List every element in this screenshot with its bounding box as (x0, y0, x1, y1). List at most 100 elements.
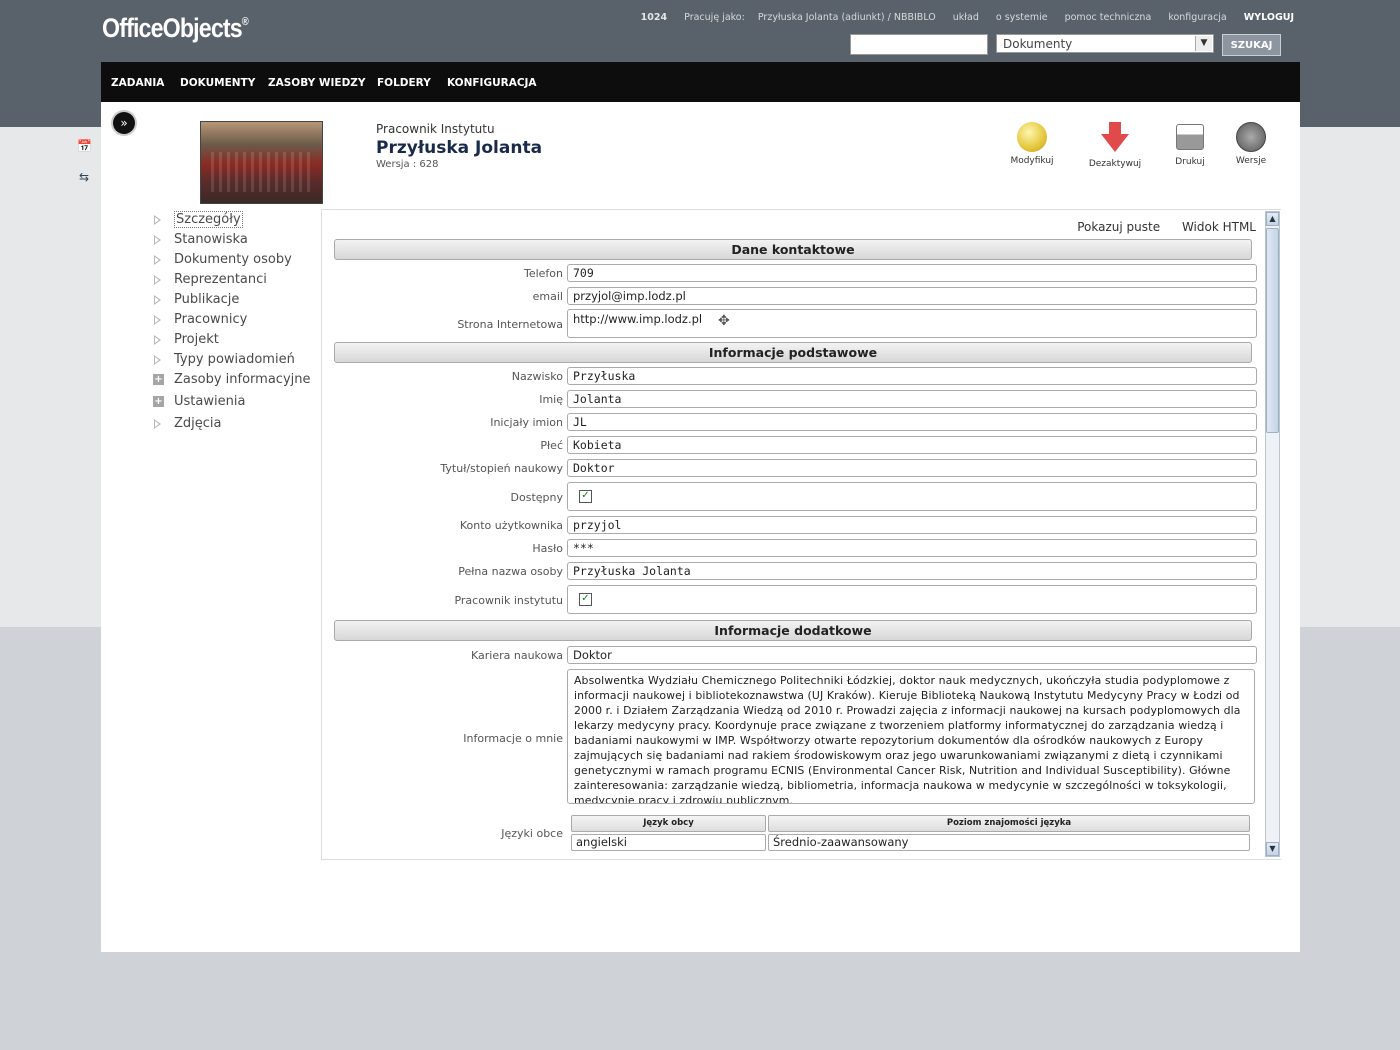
expand-icon[interactable]: » (113, 112, 135, 134)
plus-icon[interactable]: + (153, 396, 164, 407)
details-panel: Pokazuj puste Widok HTML Dane kontaktowe… (321, 209, 1281, 860)
tree-item-project[interactable]: Projekt (153, 331, 311, 351)
employee-checkbox[interactable]: ✓ (579, 593, 592, 606)
employee-field: ✓ (567, 585, 1257, 614)
level-col-header: Poziom znajomości języka (768, 815, 1250, 832)
top-links: 1024 Pracuję jako: Przyłuska Jolanta (ad… (627, 12, 1294, 23)
main-nav: ZADANIA DOKUMENTY ZASOBY WIEDZY FOLDERY … (101, 62, 1300, 102)
arrow-down-icon (1101, 122, 1129, 152)
tree-item-notifications[interactable]: Typy powiadomień (153, 351, 311, 371)
tree-item-representatives[interactable]: Reprezentanci (153, 271, 311, 291)
about-textarea[interactable]: Absolwentka Wydziału Chemicznego Politec… (567, 669, 1255, 804)
config-link[interactable]: konfiguracja (1168, 12, 1226, 23)
expand-arrow-icon (154, 295, 161, 305)
search-scope-value: Dokumenty (1003, 37, 1073, 51)
app-logo[interactable]: OfficeObjects® (102, 13, 249, 44)
about-link[interactable]: o systemie (996, 12, 1048, 23)
nav-config[interactable]: KONFIGURACJA (447, 77, 537, 89)
scroll-up-icon[interactable]: ▲ (1266, 212, 1279, 226)
scroll-down-icon[interactable]: ▼ (1266, 842, 1279, 856)
surname-label: Nazwisko (511, 370, 563, 383)
nav-tasks[interactable]: ZADANIA (111, 77, 164, 89)
tree-item-label: Zdjęcia (174, 416, 222, 431)
nav-documents[interactable]: DOKUMENTY (180, 77, 255, 89)
calendar-icon[interactable]: 📅 (77, 139, 92, 155)
panel-scrollbar[interactable]: ▲ ▼ (1265, 211, 1280, 857)
section-extra[interactable]: Informacje dodatkowe (334, 620, 1252, 641)
phone-field[interactable]: 709 (567, 264, 1257, 282)
expand-arrow-icon (154, 275, 161, 285)
tree-item-settings[interactable]: + Ustawienia (153, 393, 311, 415)
firstname-field[interactable]: Jolanta (567, 390, 1257, 408)
search-scope-select[interactable]: Dokumenty ▼ (996, 34, 1214, 53)
tree-item-employees[interactable]: Pracownicy (153, 311, 311, 331)
level-cell[interactable]: Średnio-zaawansowany (768, 834, 1250, 851)
password-field[interactable]: *** (567, 539, 1257, 557)
email-field[interactable]: przyjol@imp.lodz.pl (567, 287, 1257, 305)
tree-item-publications[interactable]: Publikacje (153, 291, 311, 311)
versions-label: Wersje (1235, 156, 1267, 166)
switch-user-icon[interactable]: ⇆ (77, 170, 91, 186)
nav-folders[interactable]: FOLDERY (377, 77, 431, 89)
fullname-field[interactable]: Przyłuska Jolanta (567, 562, 1257, 580)
search-input[interactable] (850, 34, 988, 55)
www-field[interactable]: http://www.imp.lodz.pl (567, 309, 1257, 338)
lang-cell[interactable]: angielski (571, 834, 766, 851)
scrollbar-thumb[interactable] (1266, 228, 1279, 433)
phone-label: Telefon (523, 267, 563, 280)
languages-label: Języki obce (501, 827, 563, 840)
page-title: Przyłuska Jolanta (376, 138, 543, 158)
plus-icon[interactable]: + (153, 374, 164, 385)
career-field[interactable]: Doktor (567, 646, 1257, 664)
initials-field[interactable]: JL (567, 413, 1257, 431)
account-label: Konto użytkownika (459, 519, 563, 532)
employee-label: Pracownik instytutu (454, 594, 563, 607)
support-link[interactable]: pomoc techniczna (1065, 12, 1152, 23)
title-field[interactable]: Doktor (567, 459, 1257, 477)
deactivate-button[interactable]: Dezaktywuj (1085, 122, 1145, 169)
logout-link[interactable]: WYLOGUJ (1244, 12, 1294, 23)
show-empty-link[interactable]: Pokazuj puste (1077, 220, 1160, 234)
versions-button[interactable]: Wersje (1221, 122, 1281, 166)
tree-item-label: Reprezentanci (174, 272, 267, 287)
current-user[interactable]: Przyłuska Jolanta (adiunkt) / NBBIBLO (758, 12, 936, 23)
surname-field[interactable]: Przyłuska (567, 367, 1257, 385)
expand-arrow-icon (154, 235, 161, 245)
tree-item-label: Projekt (174, 332, 219, 347)
record-photo (200, 121, 323, 204)
section-basic[interactable]: Informacje podstawowe (334, 342, 1252, 363)
tree-item-label: Pracownicy (174, 312, 248, 327)
gender-field[interactable]: Kobieta (567, 436, 1257, 454)
move-cursor-icon: ✥ (718, 313, 730, 329)
tree-item-label: Dokumenty osoby (174, 252, 292, 267)
wrench-icon (1017, 122, 1047, 152)
initials-label: Inicjały imion (490, 416, 563, 429)
search-button[interactable]: SZUKAJ (1222, 34, 1281, 56)
tree-item-positions[interactable]: Stanowiska (153, 231, 311, 251)
available-field: ✓ (567, 482, 1257, 511)
section-contact[interactable]: Dane kontaktowe (334, 239, 1252, 260)
html-view-link[interactable]: Widok HTML (1182, 220, 1256, 234)
expand-arrow-icon (154, 419, 161, 429)
print-button[interactable]: Drukuj (1160, 122, 1220, 167)
record-tree: Szczegóły Stanowiska Dokumenty osoby Rep… (153, 211, 311, 435)
tree-item-label: Stanowiska (174, 232, 248, 247)
chevron-down-icon[interactable]: ▼ (1195, 36, 1212, 51)
nav-knowledge[interactable]: ZASOBY WIEDZY (268, 77, 366, 89)
gender-label: Płeć (540, 439, 563, 452)
tree-item-details[interactable]: Szczegóły (153, 211, 311, 231)
account-field[interactable]: przyjol (567, 516, 1257, 534)
modify-button[interactable]: Modyfikuj (1002, 122, 1062, 166)
expand-arrow-icon (154, 315, 161, 325)
expand-arrow-icon (154, 355, 161, 365)
record-version: Wersja : 628 (376, 159, 439, 170)
tree-item-photos[interactable]: Zdjęcia (153, 415, 311, 435)
available-checkbox[interactable]: ✓ (579, 490, 592, 503)
tree-item-documents[interactable]: Dokumenty osoby (153, 251, 311, 271)
layout-link[interactable]: układ (953, 12, 979, 23)
lang-col-header: Język obcy (571, 815, 766, 832)
expand-arrow-icon (154, 335, 161, 345)
tree-item-label: Publikacje (174, 292, 240, 307)
tree-item-resources[interactable]: + Zasoby informacyjne (153, 371, 311, 393)
deactivate-label: Dezaktywuj (1088, 159, 1142, 169)
